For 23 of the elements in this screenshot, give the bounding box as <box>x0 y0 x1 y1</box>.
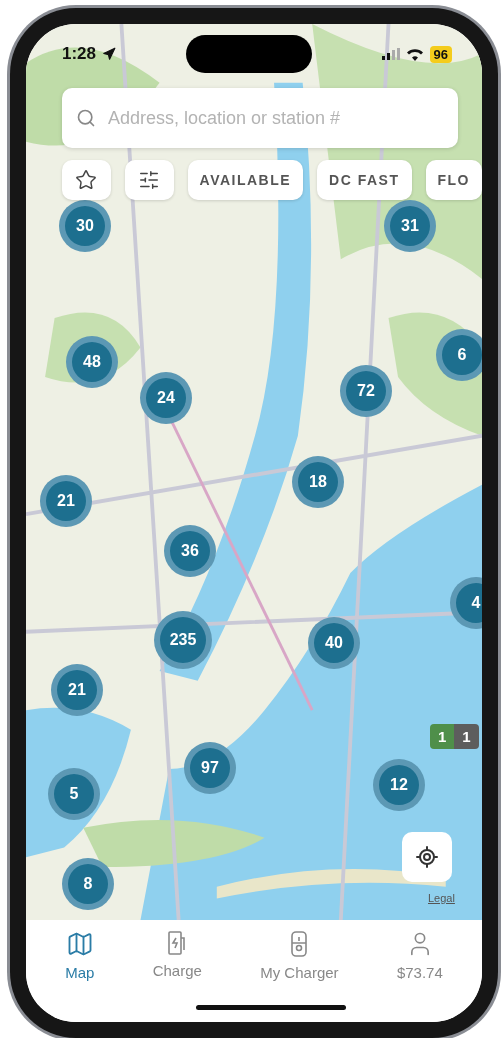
search-bar[interactable]: Address, location or station # <box>62 88 458 148</box>
tab-bar-item[interactable]: Charge <box>148 930 206 992</box>
search-icon <box>76 108 96 128</box>
status-time: 1:28 <box>62 44 97 64</box>
search-field[interactable]: Address, location or station # <box>106 106 444 130</box>
filter-chip[interactable]: AVAILABLE <box>187 160 304 200</box>
location-arrow-icon <box>102 47 117 61</box>
filter-chip[interactable]: FLO <box>425 160 482 200</box>
favorites-button[interactable] <box>62 160 111 200</box>
tab-bar-item[interactable]: Map <box>61 930 99 992</box>
charging-station-icon <box>167 930 188 956</box>
tab-bar-item[interactable]: My Charger <box>256 930 343 992</box>
filter-button[interactable] <box>124 160 174 200</box>
signal-icon <box>381 48 400 60</box>
star-icon <box>75 169 98 191</box>
locate-button[interactable] <box>402 832 452 882</box>
locate-icon <box>415 845 439 869</box>
legal-link[interactable]: Legal <box>426 890 457 906</box>
sliders-icon <box>138 169 161 191</box>
filter-chip[interactable]: DC FAST <box>317 160 412 200</box>
wifi-icon <box>405 47 424 61</box>
tab-bar-item[interactable]: $73.74 <box>392 930 447 992</box>
charger-unit-icon <box>290 930 309 958</box>
